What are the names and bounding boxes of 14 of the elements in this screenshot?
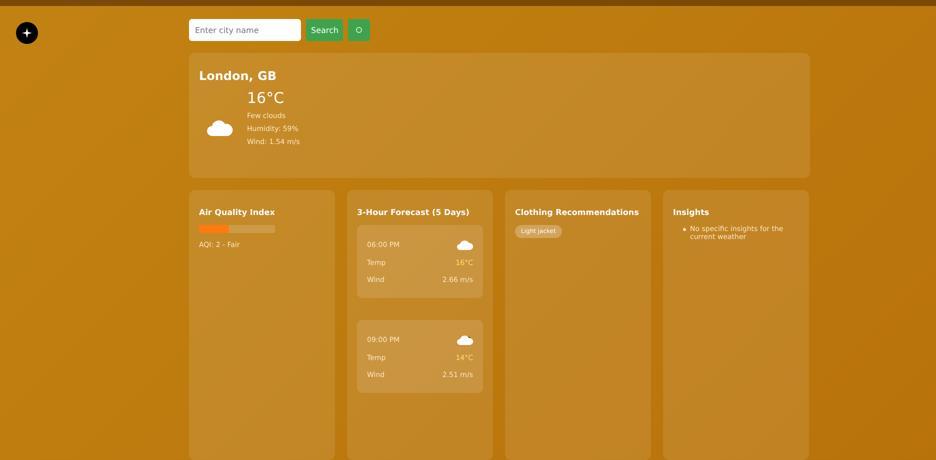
search-button[interactable]: Search [306,19,344,41]
sparkle-icon[interactable] [16,22,38,44]
temperature: 16°C [247,89,286,107]
city-search-field[interactable]: Enter city name [189,19,301,41]
cloud-icon [207,120,233,136]
card-title: 3-Hour Forecast (5 Days) [357,208,470,217]
cloud-icon [457,239,473,250]
card-title: Clothing Recommendations [515,208,640,217]
card-title: Insights [673,208,710,217]
location-title: London, GB [199,69,278,83]
card-title: Air Quality Index [199,208,276,217]
target-icon [355,26,364,34]
bullet-icon [683,228,686,231]
cloud-icon [457,334,473,345]
